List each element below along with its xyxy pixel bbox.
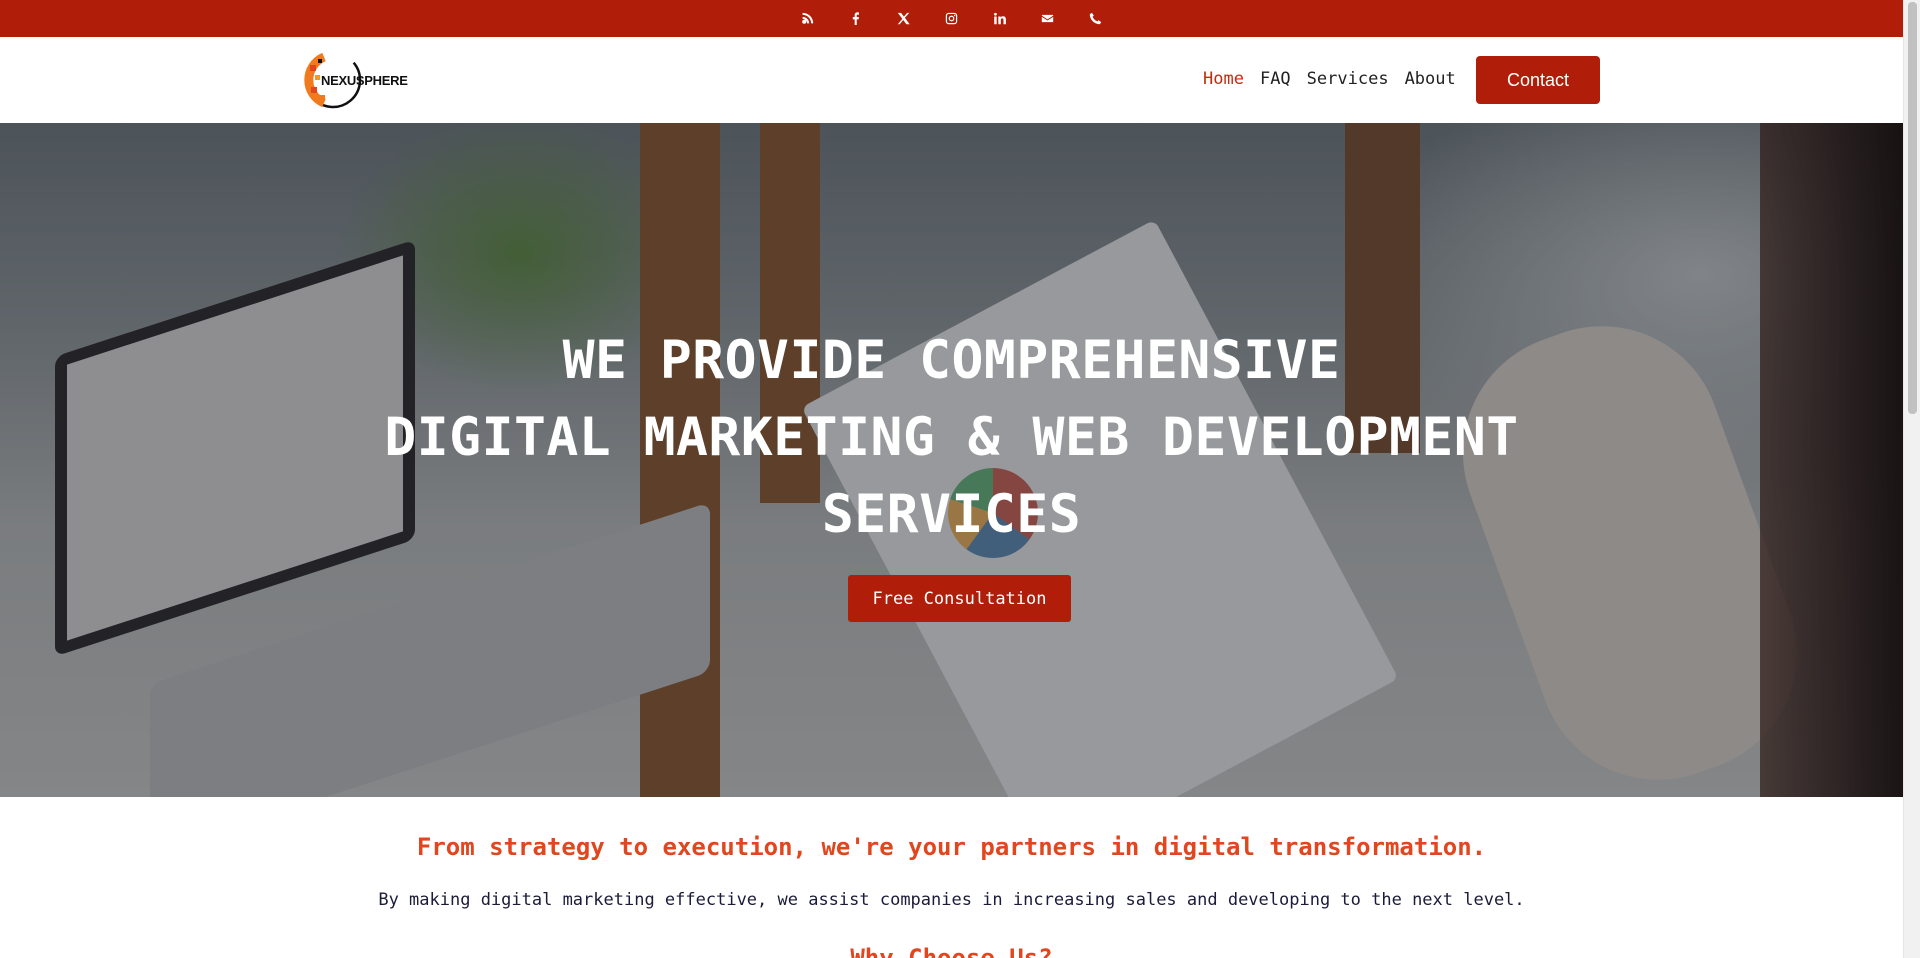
scrollbar-thumb[interactable] <box>1908 2 1917 414</box>
linkedin-icon[interactable] <box>976 0 1024 37</box>
why-choose-us-heading: Why Choose Us? <box>850 944 1053 958</box>
x-twitter-icon[interactable] <box>880 0 928 37</box>
page-scrollbar[interactable] <box>1903 0 1920 958</box>
brand-logo[interactable]: NEXUSPHERE <box>302 49 412 111</box>
contact-button[interactable]: Contact <box>1476 56 1600 104</box>
nav-about[interactable]: About <box>1405 69 1456 89</box>
hero-heading: WE PROVIDE COMPREHENSIVE DIGITAL MARKETI… <box>0 322 1903 553</box>
brand-name: NEXUSPHERE <box>321 72 408 88</box>
hero-heading-line-2: DIGITAL MARKETING & WEB DEVELOPMENT <box>384 407 1519 468</box>
facebook-icon[interactable] <box>832 0 880 37</box>
blog-icon[interactable] <box>784 0 832 37</box>
free-consultation-button[interactable]: Free Consultation <box>848 575 1071 622</box>
email-icon[interactable] <box>1024 0 1072 37</box>
intro-text: By making digital marketing effective, w… <box>378 890 1525 910</box>
nav-services[interactable]: Services <box>1307 69 1389 89</box>
main-nav: Home FAQ Services About <box>1203 69 1472 89</box>
hero-heading-line-1: WE PROVIDE COMPREHENSIVE <box>562 330 1341 391</box>
social-topbar <box>0 0 1903 37</box>
main-navbar: NEXUSPHERE Home FAQ Services About Conta… <box>0 37 1903 123</box>
nav-faq[interactable]: FAQ <box>1260 69 1291 89</box>
phone-icon[interactable] <box>1072 0 1120 37</box>
hero-heading-line-3: SERVICES <box>821 484 1082 545</box>
nav-home[interactable]: Home <box>1203 69 1244 89</box>
intro-tagline: From strategy to execution, we're your p… <box>416 833 1487 861</box>
instagram-icon[interactable] <box>928 0 976 37</box>
